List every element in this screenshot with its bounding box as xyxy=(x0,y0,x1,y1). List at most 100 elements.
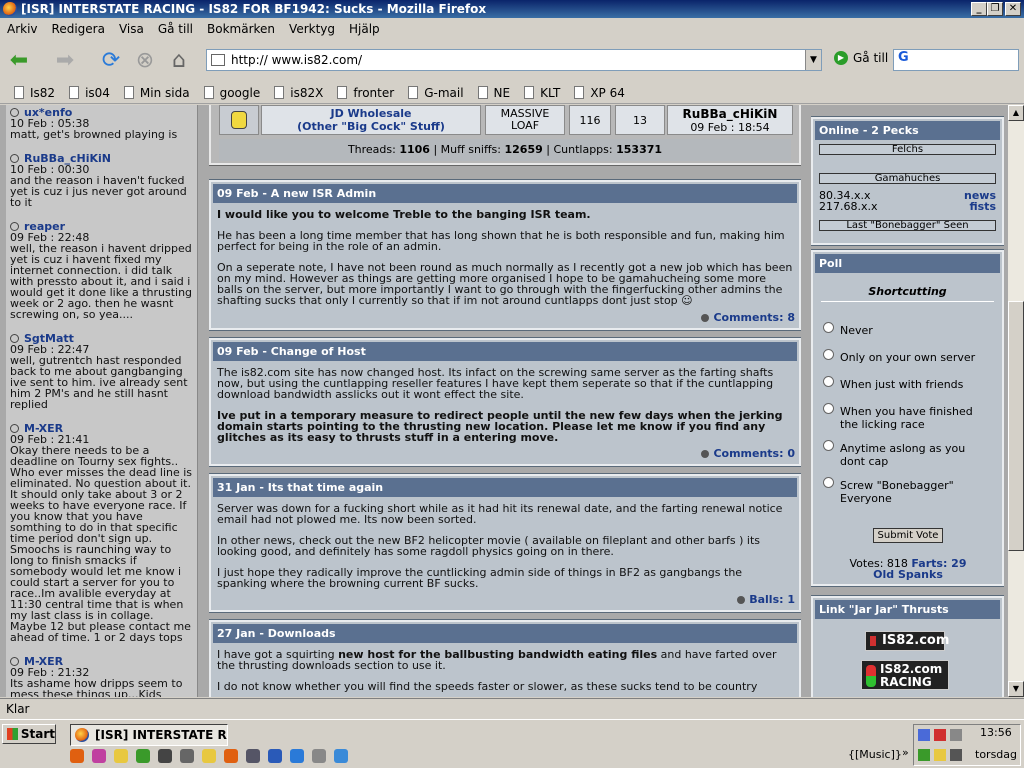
music-toolbar[interactable]: {[Music]} xyxy=(848,748,902,761)
page-viewport: ux*enfo 10 Feb : 05:38 matt, get's brown… xyxy=(0,105,1024,697)
submit-vote-button[interactable]: Submit Vote xyxy=(873,528,943,543)
page-icon xyxy=(123,86,134,99)
app-icon[interactable] xyxy=(268,749,282,763)
radio-button[interactable] xyxy=(823,477,834,488)
tray-app-icon[interactable] xyxy=(950,729,962,741)
quick-launch xyxy=(70,749,356,763)
radio-button[interactable] xyxy=(823,376,834,387)
scroll-down-arrow-icon[interactable]: ▼ xyxy=(1008,681,1024,697)
sniffs-count: 12659 xyxy=(504,143,543,156)
go-button[interactable]: ▶ Gå till xyxy=(834,51,888,65)
folder-icon[interactable] xyxy=(114,749,128,763)
menu-view[interactable]: Visa xyxy=(112,22,151,36)
page-icon xyxy=(14,86,24,99)
menu-edit[interactable]: Redigera xyxy=(45,22,112,36)
menu-go[interactable]: Gå till xyxy=(151,22,200,36)
taskbar-item-firefox[interactable]: [ISR] INTERSTATE RA... xyxy=(70,724,228,746)
comments-link[interactable]: Comments: 0 xyxy=(701,447,795,460)
menu-help[interactable]: Hjälp xyxy=(342,22,387,36)
online-user[interactable]: Felchs xyxy=(819,144,996,155)
volume-icon[interactable] xyxy=(950,749,962,761)
search-input[interactable]: G xyxy=(893,49,1019,71)
app-icon[interactable] xyxy=(334,749,348,763)
last-seen-button[interactable]: Last "Bonebagger" Seen xyxy=(819,220,996,231)
online-user[interactable]: Gamahuches xyxy=(819,173,996,184)
poll-option[interactable]: When just with friends xyxy=(823,376,963,391)
last-post-user[interactable]: RuBBa_cHiKiN xyxy=(683,107,778,121)
network-icon[interactable] xyxy=(918,729,930,741)
bookmark-item[interactable]: KLT xyxy=(524,86,560,100)
topic-cell[interactable]: MASSIVE LOAF xyxy=(485,105,565,135)
menu-bookmarks[interactable]: Bokmärken xyxy=(200,22,282,36)
poll-panel: Poll Shortcutting Never Only on your own… xyxy=(811,249,1004,587)
is82-racing-logo-button[interactable]: IS82.com RACING xyxy=(861,660,949,690)
poll-option[interactable]: When you have finished the licking race xyxy=(823,403,993,431)
radio-button[interactable] xyxy=(823,440,834,451)
comments-link[interactable]: Comments: 8 xyxy=(701,311,795,324)
app-icon[interactable] xyxy=(312,749,326,763)
forum-subtitle: (Other "Big Cock" Stuff) xyxy=(297,120,445,133)
scroll-up-arrow-icon[interactable]: ▲ xyxy=(1008,105,1024,121)
maximize-button[interactable]: ❐ xyxy=(987,2,1003,16)
clock[interactable]: 13:56 xyxy=(980,726,1012,739)
comments-link[interactable]: Balls: 1 xyxy=(737,593,795,606)
menu-file[interactable]: Arkiv xyxy=(0,22,45,36)
shoutbox: ux*enfo 10 Feb : 05:38 matt, get's brown… xyxy=(6,105,198,697)
app-icon[interactable] xyxy=(180,749,194,763)
back-arrow-icon[interactable]: ⬅ xyxy=(4,45,34,75)
window-title-bar[interactable]: [ISR] INTERSTATE RACING - IS82 FOR BF194… xyxy=(0,0,1024,18)
fists-link[interactable]: fists xyxy=(964,201,996,212)
tray-app-icon[interactable] xyxy=(934,749,946,761)
bookmark-item[interactable]: NE xyxy=(477,86,510,100)
bookmark-item[interactable]: is04 xyxy=(69,86,110,100)
url-dropdown-button[interactable]: ▼ xyxy=(805,50,821,70)
radio-button[interactable] xyxy=(823,403,834,414)
topic-name[interactable]: MASSIVE LOAF xyxy=(495,108,555,132)
bookmark-item[interactable]: G-mail xyxy=(408,86,464,100)
forum-name-cell[interactable]: JD Wholesale (Other "Big Cock" Stuff) xyxy=(261,105,481,135)
page-icon xyxy=(211,54,225,66)
url-bar[interactable]: http:// www.is82.com/ ▼ xyxy=(206,49,822,71)
browser-icon[interactable] xyxy=(224,749,238,763)
page-scrollbar[interactable]: ▲ ▼ xyxy=(1008,105,1024,697)
minimize-button[interactable]: _ xyxy=(971,2,987,16)
poll-option[interactable]: Screw "Bonebagger" Everyone xyxy=(823,477,993,505)
stop-icon[interactable]: ⊗ xyxy=(130,45,160,75)
forward-arrow-icon[interactable]: ➡ xyxy=(50,45,80,75)
reload-icon[interactable]: ⟳ xyxy=(96,45,126,75)
bookmark-item[interactable]: fronter xyxy=(337,86,394,100)
radio-button[interactable] xyxy=(823,349,834,360)
app-icon[interactable] xyxy=(92,749,106,763)
forum-name[interactable]: JD Wholesale xyxy=(330,107,411,120)
home-icon[interactable]: ⌂ xyxy=(164,45,194,75)
app-icon[interactable] xyxy=(246,749,260,763)
app-icon[interactable] xyxy=(290,749,304,763)
menu-tools[interactable]: Verktyg xyxy=(282,22,342,36)
bookmark-item[interactable]: is82X xyxy=(274,86,323,100)
close-button[interactable]: ✕ xyxy=(1005,2,1021,16)
bookmark-item[interactable]: XP 64 xyxy=(574,86,625,100)
scroll-thumb[interactable] xyxy=(1008,301,1024,551)
security-icon[interactable] xyxy=(934,729,946,741)
is82-logo-button[interactable]: IS82.com xyxy=(865,631,949,651)
app-icon[interactable] xyxy=(136,749,150,763)
news-paragraph: I just hope they radically improve the c… xyxy=(217,566,743,590)
bookmark-item[interactable]: google xyxy=(203,86,260,100)
links-title: Link "Jar Jar" Thrusts xyxy=(815,600,1000,619)
poll-option[interactable]: Only on your own server xyxy=(823,349,975,364)
media-player-icon[interactable] xyxy=(158,749,172,763)
bookmark-item[interactable]: Min sida xyxy=(123,86,190,100)
online-title: Online - 2 Pecks xyxy=(815,121,1000,140)
folder-icon[interactable] xyxy=(202,749,216,763)
toolbar-expand-icon[interactable]: » xyxy=(902,746,909,759)
old-spanks-link[interactable]: Old Spanks xyxy=(873,568,943,581)
tray-app-icon[interactable] xyxy=(918,749,930,761)
firefox-icon[interactable] xyxy=(70,749,84,763)
google-logo-icon: G xyxy=(898,50,909,65)
start-button[interactable]: Start xyxy=(2,724,56,744)
forum-icon-cell xyxy=(219,105,259,135)
poll-option[interactable]: Never xyxy=(823,322,873,337)
radio-button[interactable] xyxy=(823,322,834,333)
bookmark-item[interactable]: Is82 xyxy=(14,86,55,100)
poll-option[interactable]: Anytime aslong as you dont cap xyxy=(823,440,993,468)
